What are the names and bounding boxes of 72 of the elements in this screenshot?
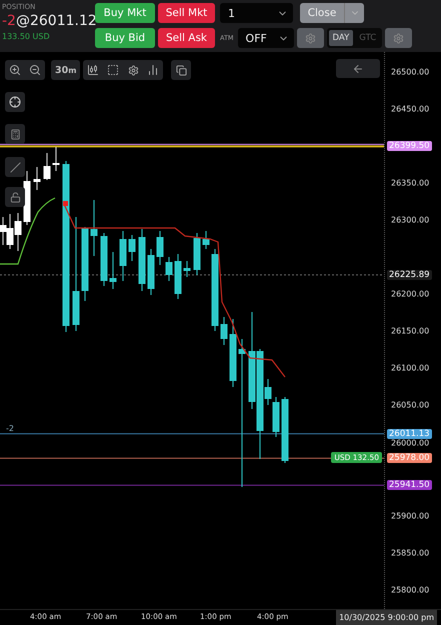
lock-icon [10,192,20,202]
dashed-square-icon [107,64,119,76]
candle [90,200,98,256]
price-marker-label: 26399.50 [387,141,432,152]
candle [110,252,116,290]
order-button[interactable]: Buy Mkt [95,3,155,23]
candle [128,234,136,262]
price-tick-label: 25850.00 [391,548,430,558]
settings-button[interactable] [296,28,324,48]
cursor-time-label: 10/30/2025 9:00:00 pm [336,610,437,625]
atm-select[interactable]: OFF [238,28,294,48]
candle [174,254,182,300]
price-tick-label: 26450.00 [391,104,430,114]
price-marker-label: 26225.89 [387,270,432,280]
order-button[interactable]: Sell Mkt [158,3,215,23]
price-tick-label: 26150.00 [391,326,430,336]
calculator-button[interactable] [5,124,25,144]
price-tick-label: 26500.00 [391,68,430,76]
arrow-left-icon [352,62,364,74]
price-tick-label: 26050.00 [391,400,430,410]
candle [44,152,50,180]
candle [156,230,164,266]
close-button[interactable]: Close [300,3,344,23]
calculator-icon [10,128,20,140]
price-marker-label: 25941.50 [387,480,432,490]
position-pnl: 133.50 USD [2,31,51,42]
price-marker-label: 25978.00 [387,453,432,464]
zoom-out-icon [29,64,41,76]
lock-button[interactable] [5,187,25,207]
position-price: -2@26011.12 [2,12,97,31]
time-in-force-option[interactable]: GTC [355,30,380,46]
crosshair-button[interactable] [5,92,25,112]
candle [220,316,228,346]
settings-button[interactable] [385,28,412,48]
crosshair-icon [9,96,21,108]
copy-icon [176,64,186,76]
price-tick-label: 25900.00 [391,512,430,520]
candles-icon [87,64,99,76]
candle [166,256,172,282]
order-button[interactable]: Buy Bid [95,28,155,48]
back-button[interactable] [336,59,380,78]
price-tick-label: 26100.00 [391,364,430,372]
order-button[interactable]: Sell Ask [158,28,215,48]
settings-icon [128,64,138,76]
line-icon [10,162,20,172]
price-tick-label: 26200.00 [391,290,430,298]
moving-average-line [0,197,56,265]
settings-icon [304,32,316,44]
candle [230,318,236,388]
price-tick-label: 25800.00 [391,586,430,594]
settings-icon [393,32,404,44]
candle [34,166,40,190]
candle [120,230,126,282]
bars-icon [147,64,159,76]
line-tool-button[interactable] [5,157,25,177]
candle [138,228,146,292]
candle [100,232,108,286]
price-marker-label: 26011.13 [387,428,432,439]
stop-marker-icon [63,201,68,206]
position-line-label: -2 [6,424,14,433]
candle [202,230,210,250]
price-tick-label: 26300.00 [391,216,430,224]
candle [282,396,288,464]
candle [148,248,154,296]
quantity-select[interactable]: 1 [220,3,293,23]
candle [52,146,60,172]
time-in-force-option[interactable]: DAY [328,30,354,46]
zoom-in-icon [9,64,21,76]
price-tick-label: 26000.00 [391,438,430,448]
price-tick-label: 26350.00 [391,178,430,188]
candle [184,260,190,278]
candle [194,232,200,276]
